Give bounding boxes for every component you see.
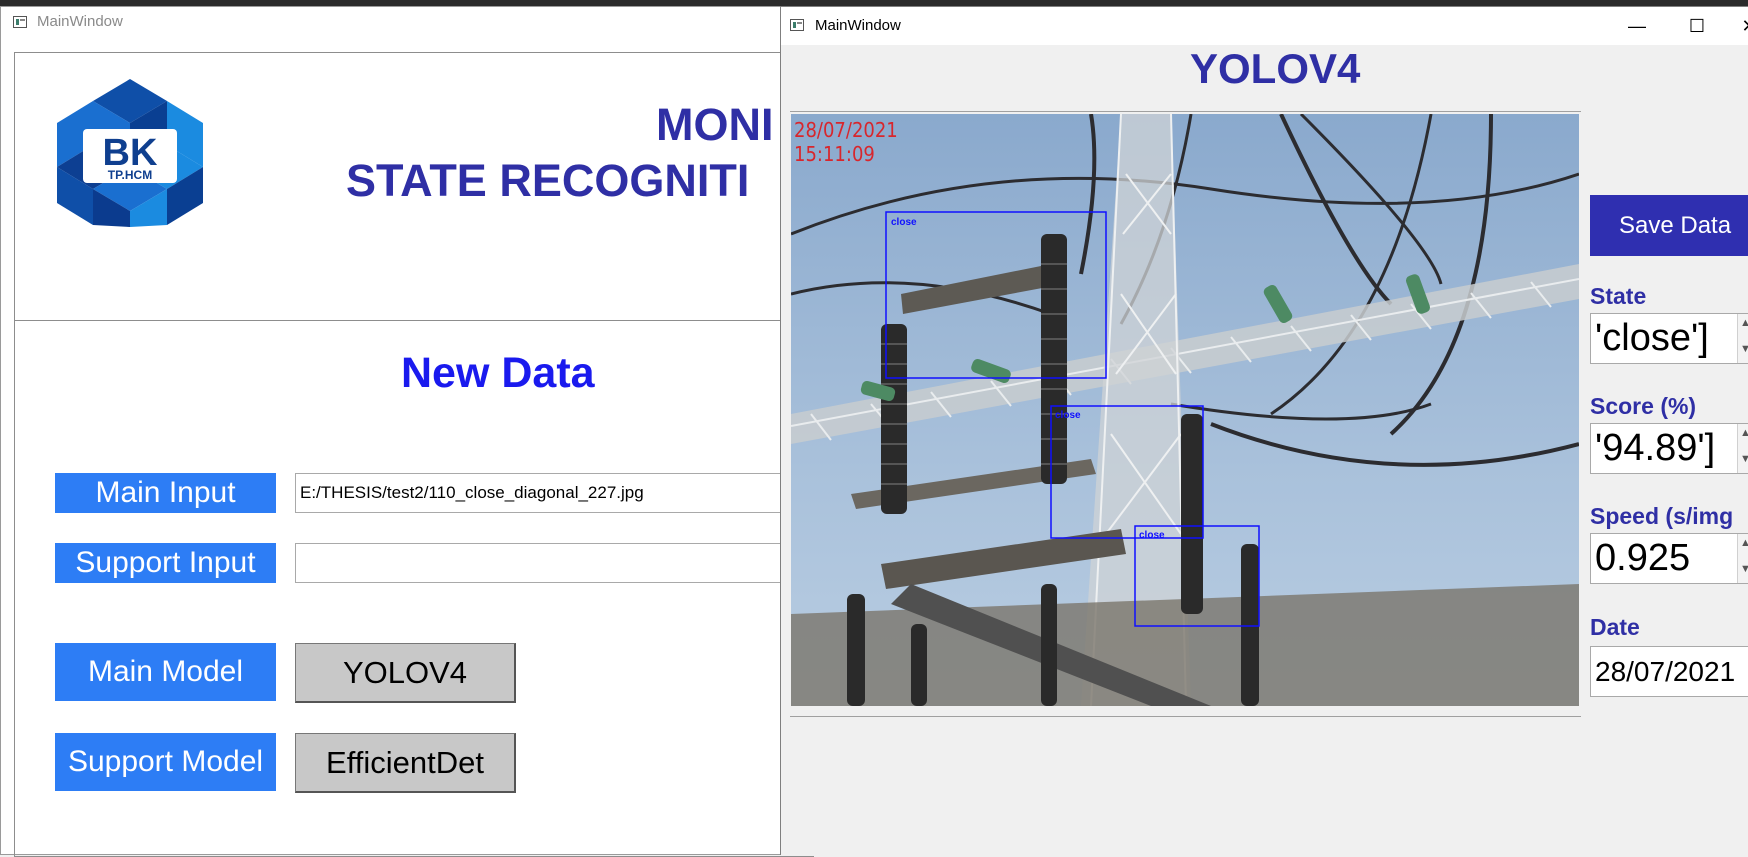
speed-spinbox[interactable]: 0.925 ▲▼ [1590, 533, 1748, 584]
model-title: YOLOV4 [1190, 45, 1361, 92]
minimize-icon[interactable]: — [1622, 13, 1652, 39]
score-spinbox[interactable]: '94.89'] ▲▼ [1590, 423, 1748, 474]
image-timestamp: 28/07/2021 15:11:09 [794, 118, 898, 166]
app-window-icon [13, 16, 27, 28]
main-model-label: Main Model [55, 643, 276, 701]
maximize-icon[interactable]: ☐ [1682, 13, 1712, 39]
state-spinbox[interactable]: 'close'] ▲▼ [1590, 313, 1748, 364]
date-label: Date [1590, 614, 1640, 640]
header-line-2: STATE RECOGNITI [346, 155, 750, 206]
back-main-window: MainWindow BK TP.HCM MONI STATE RECOGNIT… [0, 6, 815, 857]
new-data-title: New Data [401, 349, 595, 397]
speed-value: 0.925 [1595, 537, 1691, 579]
university-logo: BK TP.HCM [57, 79, 203, 227]
main-model-button[interactable]: YOLOV4 [295, 643, 516, 703]
detection-label: close [1055, 410, 1081, 421]
main-input-label: Main Input [55, 473, 276, 513]
save-data-button[interactable]: Save Data [1590, 195, 1748, 256]
close-icon[interactable]: ✕ [1734, 13, 1748, 39]
score-value: '94.89'] [1595, 427, 1716, 469]
support-input-label: Support Input [55, 543, 276, 583]
image-date-stamp: 28/07/2021 [794, 118, 898, 142]
main-input-field[interactable]: E:/THESIS/test2/110_close_diagonal_227.j… [295, 473, 815, 513]
support-model-label: Support Model [55, 733, 276, 791]
state-label: State [1590, 283, 1647, 309]
detection-image: close close close 28/07/2021 15:11:09 [791, 114, 1579, 706]
image-time-stamp: 15:11:09 [794, 142, 875, 166]
support-model-button[interactable]: EfficientDet [295, 733, 516, 793]
speed-label: Speed (s/img [1590, 503, 1734, 529]
back-window-title: MainWindow [37, 13, 123, 30]
app-window-icon [790, 19, 804, 31]
result-window-title: MainWindow [815, 17, 901, 34]
detection-label: close [891, 217, 917, 228]
detection-label: close [1139, 530, 1165, 541]
back-window-titlebar[interactable]: MainWindow [1, 7, 799, 39]
score-spin-arrows[interactable]: ▲▼ [1737, 424, 1748, 473]
result-window-titlebar[interactable]: MainWindow — ☐ ✕ [781, 7, 1748, 45]
substation-photo: close close close [791, 114, 1579, 706]
state-spin-arrows[interactable]: ▲▼ [1737, 314, 1748, 363]
speed-spin-arrows[interactable]: ▲▼ [1737, 534, 1748, 583]
support-input-field[interactable] [295, 543, 815, 583]
state-value: 'close'] [1595, 317, 1709, 359]
logo-subtext: TP.HCM [108, 168, 152, 182]
score-label: Score (%) [1590, 393, 1697, 419]
result-window: MainWindow — ☐ ✕ YOLOV4 [780, 6, 1748, 855]
header-line-1: MONI [656, 99, 774, 150]
date-field[interactable]: 28/07/2021 [1590, 646, 1748, 697]
